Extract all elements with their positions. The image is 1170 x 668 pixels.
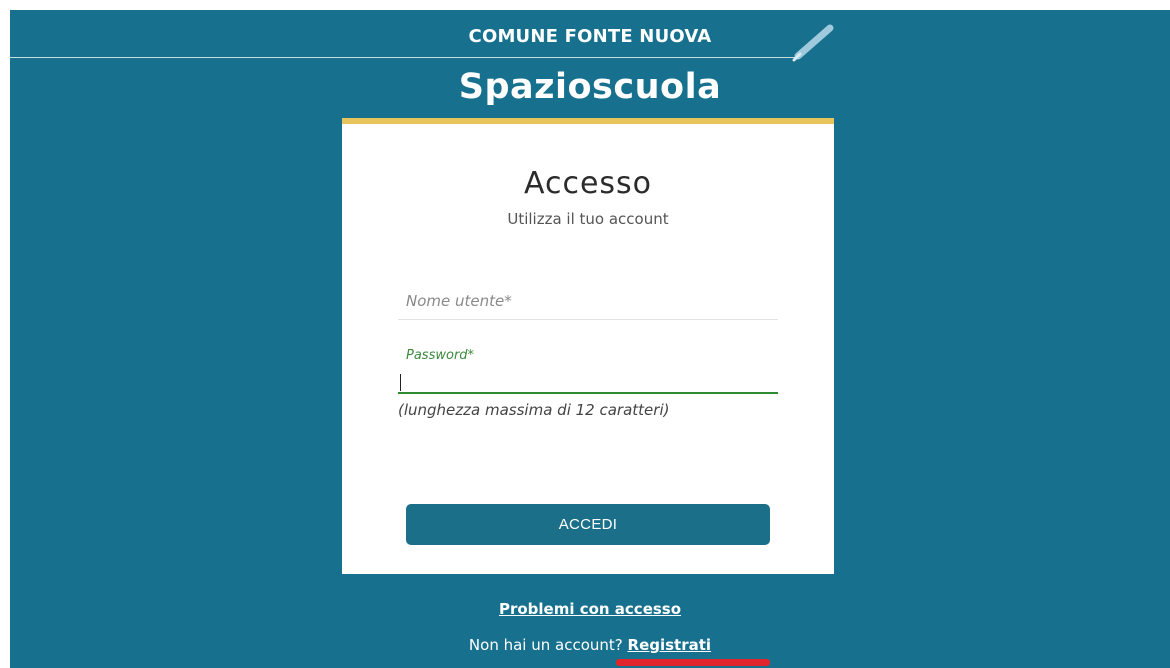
password-hint: (lunghezza massima di 12 caratteri)	[398, 401, 670, 419]
register-highlight-mark	[616, 659, 770, 666]
password-input[interactable]	[398, 368, 778, 394]
password-field	[398, 368, 778, 396]
problems-link[interactable]: Problemi con accesso	[10, 600, 1170, 618]
header-divider	[10, 57, 800, 58]
username-input[interactable]	[398, 282, 778, 320]
login-button[interactable]: ACCEDI	[406, 504, 770, 545]
register-prompt: Non hai un account?	[468, 636, 623, 654]
register-link[interactable]: Registrati	[628, 636, 712, 654]
login-heading: Accesso	[523, 166, 653, 201]
login-card: Accesso Utilizza il tuo account Password…	[342, 118, 834, 574]
password-label: Password*	[406, 348, 475, 363]
app-title: Spazioscuola	[458, 67, 722, 107]
page-background: COMUNE FONTE NUOVA Spazioscuola Accesso …	[10, 10, 1170, 668]
login-subtitle: Utilizza il tuo account	[507, 210, 669, 228]
text-caret	[400, 374, 401, 391]
register-line: Non hai un account? Registrati	[10, 636, 1170, 654]
header-brand: COMUNE FONTE NUOVA	[468, 26, 712, 47]
pencil-icon	[792, 24, 834, 62]
username-field	[398, 282, 778, 322]
